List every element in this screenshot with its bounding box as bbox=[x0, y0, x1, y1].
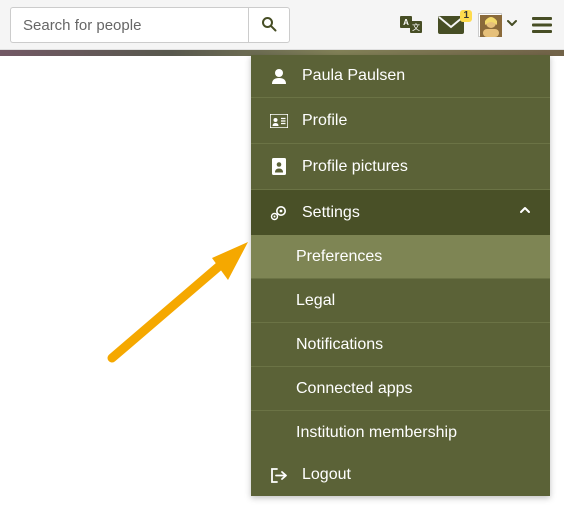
svg-text:文: 文 bbox=[412, 22, 420, 32]
avatar bbox=[478, 13, 502, 37]
menu-logout-label: Logout bbox=[302, 466, 351, 484]
settings-submenu: Preferences Legal Notifications Connecte… bbox=[251, 235, 550, 454]
hamburger-icon[interactable] bbox=[532, 17, 552, 33]
portrait-icon bbox=[269, 158, 289, 175]
submenu-preferences-label: Preferences bbox=[296, 248, 382, 266]
menu-profile[interactable]: Profile bbox=[251, 98, 550, 143]
inbox-badge: 1 bbox=[460, 10, 472, 22]
menu-pictures-label: Profile pictures bbox=[302, 158, 408, 176]
submenu-institution-membership-label: Institution membership bbox=[296, 424, 457, 442]
submenu-connected-apps-label: Connected apps bbox=[296, 380, 413, 398]
submenu-institution-membership[interactable]: Institution membership bbox=[251, 411, 550, 454]
submenu-preferences[interactable]: Preferences bbox=[251, 235, 550, 278]
user-menu-toggle[interactable] bbox=[478, 13, 518, 37]
menu-settings[interactable]: Settings bbox=[251, 190, 550, 235]
menu-user-label: Paula Paulsen bbox=[302, 67, 405, 85]
user-icon bbox=[269, 68, 289, 84]
submenu-connected-apps[interactable]: Connected apps bbox=[251, 367, 550, 410]
user-dropdown-menu: Paula Paulsen Profile Profile pictures S… bbox=[251, 55, 550, 496]
svg-text:A: A bbox=[403, 18, 409, 27]
id-card-icon bbox=[269, 114, 289, 128]
submenu-legal[interactable]: Legal bbox=[251, 279, 550, 322]
search-wrap bbox=[10, 7, 290, 43]
inbox-icon[interactable]: 1 bbox=[438, 16, 464, 34]
search-input[interactable] bbox=[10, 7, 248, 43]
language-icon[interactable]: A文 bbox=[400, 16, 424, 34]
submenu-legal-label: Legal bbox=[296, 292, 335, 310]
chevron-up-icon bbox=[518, 203, 532, 222]
menu-profile-label: Profile bbox=[302, 112, 347, 130]
menu-profile-pictures[interactable]: Profile pictures bbox=[251, 144, 550, 189]
menu-user-name[interactable]: Paula Paulsen bbox=[251, 55, 550, 97]
chevron-down-icon bbox=[506, 16, 518, 34]
menu-logout[interactable]: Logout bbox=[251, 454, 550, 496]
search-button[interactable] bbox=[248, 7, 290, 43]
submenu-notifications-label: Notifications bbox=[296, 336, 383, 354]
top-bar: A文 1 bbox=[0, 0, 564, 50]
gears-icon bbox=[269, 205, 289, 221]
annotation-arrow bbox=[100, 240, 255, 370]
logout-icon bbox=[269, 468, 289, 483]
search-icon bbox=[261, 16, 277, 35]
top-icons: A文 1 bbox=[400, 0, 552, 50]
menu-settings-label: Settings bbox=[302, 204, 360, 222]
submenu-notifications[interactable]: Notifications bbox=[251, 323, 550, 366]
